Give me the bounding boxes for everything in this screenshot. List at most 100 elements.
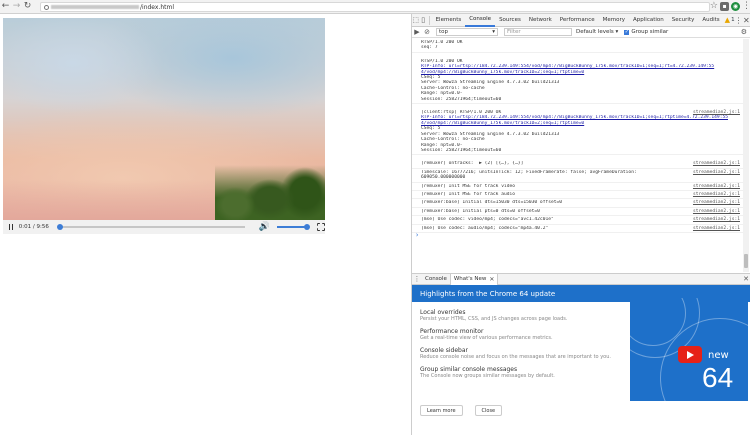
- group-similar-checkbox[interactable]: ✓: [624, 29, 630, 35]
- learn-more-button[interactable]: Learn more: [420, 405, 463, 416]
- tab-console[interactable]: Console: [465, 14, 496, 27]
- video-time: 0:01 / 9:56: [18, 224, 49, 230]
- list-item: Console sidebar Reduce console noise and…: [420, 347, 625, 360]
- close-tab-icon[interactable]: ✕: [489, 276, 494, 283]
- log-line: Session: 258271964;timeout=60: [421, 96, 502, 102]
- context-value: top: [439, 29, 449, 35]
- item-title: Group similar console messages: [420, 366, 518, 373]
- context-select[interactable]: top ▾: [436, 28, 498, 36]
- source-link[interactable]: streamedian2.js:1: [693, 226, 740, 231]
- source-link[interactable]: streamedian2.js:1: [693, 200, 740, 205]
- arrow-right-icon: →: [12, 1, 21, 11]
- seek-bar[interactable]: [57, 224, 245, 230]
- video-frame-trees: [215, 165, 325, 220]
- tab-sources[interactable]: Sources: [495, 14, 525, 27]
- extension-green-icon[interactable]: ◉: [731, 1, 740, 11]
- url-host-redacted: [51, 5, 139, 9]
- gear-icon[interactable]: ⚙: [741, 28, 747, 36]
- log-block-1: RTSP/1.0 200 OK seq: 7: [412, 39, 743, 53]
- volume-icon[interactable]: 🔊: [259, 222, 270, 232]
- whats-new-buttons: Learn more Close: [420, 405, 503, 416]
- item-desc: The Console now groups similar messages …: [420, 373, 555, 379]
- chrome-64-video-thumbnail[interactable]: new 64: [630, 298, 748, 401]
- tab-security[interactable]: Security: [668, 14, 699, 27]
- drawer-tab-console[interactable]: Console: [422, 274, 450, 285]
- back-button[interactable]: ←: [0, 1, 11, 13]
- log-line: seq: 7: [421, 45, 438, 51]
- console-sidebar-icon[interactable]: ▶: [412, 26, 422, 38]
- reload-icon: ↻: [23, 1, 32, 11]
- drawer-tab-whats-new[interactable]: What's New ✕: [449, 273, 499, 285]
- bookmark-star-icon[interactable]: ☆: [710, 1, 718, 11]
- source-link[interactable]: streamedian2.js:1: [693, 161, 740, 166]
- tab-memory[interactable]: Memory: [599, 14, 629, 27]
- extension-icon[interactable]: ▪: [720, 1, 729, 11]
- inspect-element-icon[interactable]: ⬚: [412, 14, 419, 26]
- pause-button[interactable]: [5, 221, 17, 233]
- divider: [428, 15, 430, 25]
- list-item: Performance monitor Get a real-time view…: [420, 328, 625, 341]
- source-link[interactable]: streamedian2.js:1: [693, 192, 740, 197]
- tab-network[interactable]: Network: [525, 14, 556, 27]
- device-toolbar-icon[interactable]: ▯: [419, 14, 426, 26]
- scrollbar-thumb[interactable]: [744, 254, 748, 268]
- arrow-left-icon: ←: [1, 1, 10, 11]
- log-block-2: RTSP/1.0 200 OK RTP-Info: url=rtsp://184…: [412, 58, 743, 105]
- source-link[interactable]: streamedian2.js:1: [693, 110, 740, 115]
- tab-elements[interactable]: Elements: [432, 14, 466, 27]
- item-title: Performance monitor: [420, 328, 484, 335]
- tab-application[interactable]: Application: [629, 14, 668, 27]
- log-entries: [remuxer] ontracks: ▶ (2) [{…}, {…}] stre…: [412, 160, 743, 233]
- log-line-url[interactable]: RTP-Info: url=rtsp://184.72.239.149:554/…: [412, 64, 743, 69]
- source-link[interactable]: streamedian2.js:1: [693, 170, 740, 175]
- devtools-panel: ⬚ ▯ Elements Console Sources Network Per…: [411, 14, 750, 435]
- warning-icon[interactable]: ▲: [724, 14, 731, 26]
- source-link[interactable]: streamedian2.js:1: [693, 209, 740, 214]
- seek-handle[interactable]: [57, 224, 64, 230]
- drawer-menu-icon[interactable]: ⋮: [412, 275, 422, 283]
- item-desc: Persist your HTML, CSS, and JS changes a…: [420, 316, 568, 322]
- play-video-icon[interactable]: [678, 346, 702, 363]
- console-log: RTSP/1.0 200 OK seq: 7 RTSP/1.0 200 OK R…: [412, 39, 743, 272]
- item-title: Console sidebar: [420, 347, 468, 354]
- close-button[interactable]: Close: [474, 405, 503, 416]
- tab-audits[interactable]: Audits: [698, 14, 723, 27]
- tab-performance[interactable]: Performance: [556, 14, 599, 27]
- log-entry: [remuxer:base] Initial dts=15030 dts=150…: [412, 199, 743, 208]
- volume-handle[interactable]: [303, 224, 310, 230]
- source-link[interactable]: streamedian2.js:1: [693, 184, 740, 189]
- video-player[interactable]: [3, 18, 325, 220]
- item-desc: Reduce console noise and focus on the me…: [420, 354, 611, 360]
- item-title: Local overrides: [420, 309, 466, 316]
- devtools-menu-icon[interactable]: ⋮: [735, 16, 743, 25]
- log-entry: [mse] Use codec: audio/mp4; codecs="mp4a…: [412, 225, 743, 233]
- volume-slider[interactable]: [276, 224, 310, 230]
- clear-console-icon[interactable]: ⊘: [422, 26, 432, 38]
- console-scrollbar[interactable]: [743, 39, 749, 272]
- item-desc: Get a real-time view of various performa…: [420, 335, 553, 341]
- toolbar-right: ☆ ▪ ◉ ⋮: [710, 1, 750, 11]
- console-filter-input[interactable]: Filter: [504, 28, 572, 36]
- info-icon: [41, 4, 51, 10]
- whats-new-list: Local overrides Persist your HTML, CSS, …: [420, 309, 625, 385]
- address-bar[interactable]: /index.html: [40, 2, 710, 12]
- drawer-tabbar: ⋮ Console What's New ✕ ✕: [412, 273, 750, 285]
- forward-button[interactable]: →: [11, 1, 22, 13]
- log-entry: [remuxer] Init MSE for track video stream…: [412, 183, 743, 191]
- reload-button[interactable]: ↻: [22, 1, 33, 13]
- log-block-3: [client:rtsp] RTSP/1.0 200 OK streamedia…: [412, 109, 743, 156]
- log-entry: [remuxer] ontracks: ▶ (2) [{…}, {…}] stre…: [412, 160, 743, 169]
- source-link[interactable]: streamedian2.js:1: [693, 217, 740, 222]
- fullscreen-icon[interactable]: [317, 223, 325, 231]
- log-levels-dropdown[interactable]: Default levels ▾: [576, 29, 618, 35]
- list-item: Group similar console messages The Conso…: [420, 366, 625, 379]
- log-line: Session: 258271964;timeout=60: [421, 147, 502, 153]
- browser-menu-icon[interactable]: ⋮: [742, 1, 750, 11]
- console-prompt[interactable]: ›: [412, 231, 743, 239]
- devtools-close-icon[interactable]: ✕: [743, 16, 750, 25]
- devtools-tabbar: ⬚ ▯ Elements Console Sources Network Per…: [412, 14, 750, 27]
- url-path: /index.html: [140, 3, 175, 11]
- chevron-down-icon: ▾: [492, 29, 495, 35]
- log-entry: [remuxer] Init MSE for track audio stream…: [412, 191, 743, 200]
- drawer-close-icon[interactable]: ✕: [741, 275, 750, 283]
